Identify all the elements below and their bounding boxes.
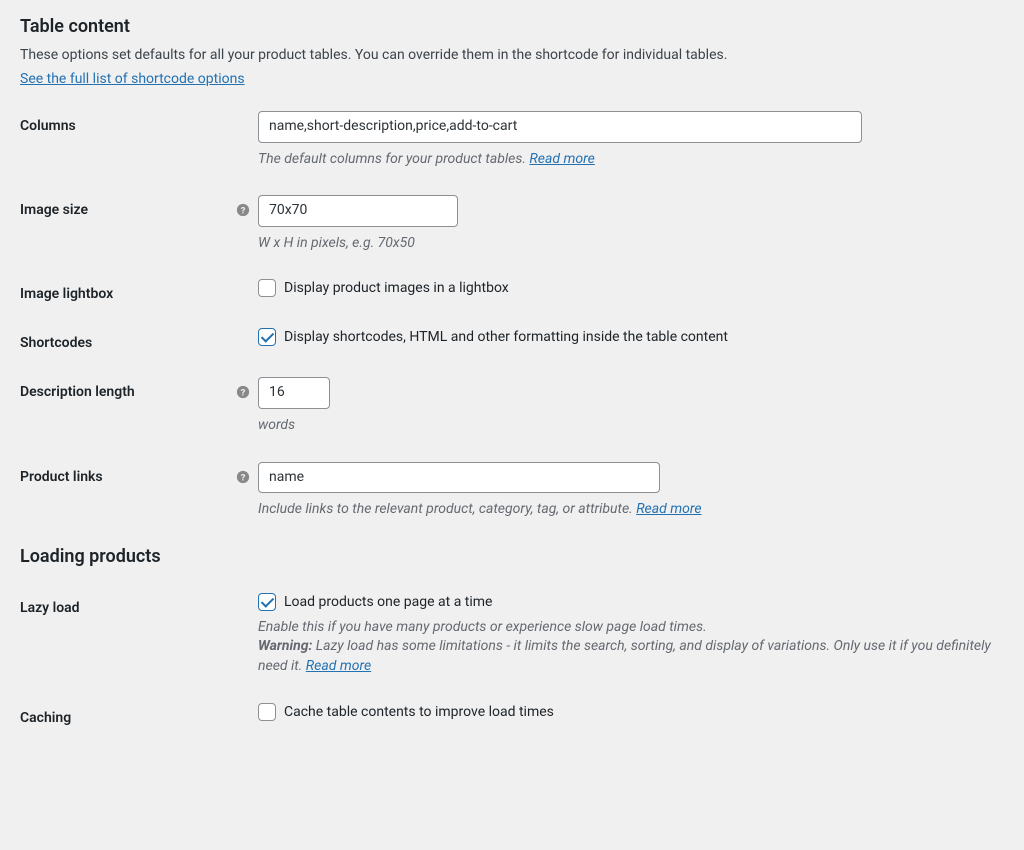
product-links-label: Product links	[20, 469, 103, 485]
caching-checkbox-label: Cache table contents to improve load tim…	[284, 704, 554, 720]
help-icon[interactable]: ?	[236, 385, 250, 399]
image-lightbox-checkbox-label: Display product images in a lightbox	[284, 280, 509, 296]
help-icon[interactable]: ?	[236, 203, 250, 217]
columns-readmore-link[interactable]: Read more	[529, 151, 594, 167]
image-size-input[interactable]	[258, 195, 458, 227]
image-lightbox-checkbox[interactable]	[258, 279, 276, 297]
columns-label: Columns	[20, 118, 76, 134]
shortcode-options-link[interactable]: See the full list of shortcode options	[20, 71, 245, 87]
description-length-label: Description length	[20, 384, 135, 400]
caching-label: Caching	[20, 710, 71, 726]
lazy-load-label: Lazy load	[20, 600, 80, 616]
caching-checkbox[interactable]	[258, 703, 276, 721]
shortcodes-checkbox[interactable]	[258, 328, 276, 346]
svg-text:?: ?	[241, 206, 246, 217]
shortcodes-label: Shortcodes	[20, 335, 92, 351]
image-lightbox-label: Image lightbox	[20, 286, 113, 302]
product-links-input[interactable]	[258, 462, 660, 494]
product-links-readmore-link[interactable]: Read more	[636, 501, 701, 517]
image-size-desc: W x H in pixels, e.g. 70x50	[258, 234, 1004, 254]
svg-text:?: ?	[241, 472, 246, 483]
help-icon[interactable]: ?	[236, 470, 250, 484]
section-heading-table-content: Table content	[20, 16, 1004, 37]
description-length-desc: words	[258, 416, 1004, 436]
image-size-label: Image size	[20, 202, 88, 218]
section-intro: These options set defaults for all your …	[20, 47, 1004, 63]
svg-text:?: ?	[241, 388, 246, 399]
columns-desc: The default columns for your product tab…	[258, 150, 1004, 170]
shortcodes-checkbox-label: Display shortcodes, HTML and other forma…	[284, 329, 728, 345]
lazy-load-desc: Enable this if you have many products or…	[258, 618, 1004, 677]
lazy-load-checkbox[interactable]	[258, 593, 276, 611]
lazy-load-readmore-link[interactable]: Read more	[306, 658, 371, 674]
lazy-load-checkbox-label: Load products one page at a time	[284, 594, 492, 610]
section-heading-loading-products: Loading products	[20, 546, 1004, 567]
product-links-desc: Include links to the relevant product, c…	[258, 500, 1004, 520]
description-length-input[interactable]	[258, 377, 330, 409]
columns-input[interactable]	[258, 111, 862, 143]
